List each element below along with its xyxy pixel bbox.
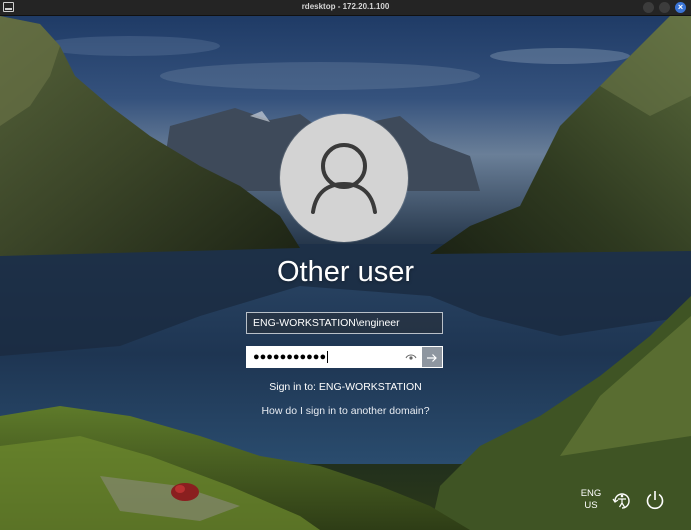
password-value: ●●●●●●●●●●● <box>253 351 327 363</box>
user-silhouette-icon <box>311 143 377 214</box>
password-input[interactable]: ●●●●●●●●●●● <box>246 346 422 368</box>
language-indicator[interactable]: ENG US <box>578 488 604 512</box>
arrow-right-icon <box>427 354 437 362</box>
user-avatar <box>280 114 408 242</box>
close-button[interactable]: × <box>675 2 686 13</box>
close-icon: × <box>677 2 684 12</box>
language-code: ENG <box>580 488 602 499</box>
user-display-name: Other user <box>277 256 414 288</box>
window-title: rdesktop - 172.20.1.100 <box>301 2 390 11</box>
title-bar: rdesktop - 172.20.1.100 × <box>0 0 691 16</box>
minimize-button[interactable] <box>643 2 654 13</box>
maximize-button[interactable] <box>659 2 670 13</box>
login-screen: Other user ENG-WORKSTATION\engineer ●●●●… <box>0 16 691 530</box>
eye-icon[interactable] <box>405 351 417 363</box>
text-caret <box>327 351 329 364</box>
other-domain-link[interactable]: How do I sign in to another domain? <box>0 404 691 418</box>
sign-in-domain-label: Sign in to: ENG-WORKSTATION <box>269 381 422 393</box>
region-code: US <box>584 500 598 511</box>
submit-button[interactable] <box>422 346 443 368</box>
ease-of-access-icon[interactable] <box>611 489 633 511</box>
username-input[interactable]: ENG-WORKSTATION\engineer <box>246 312 443 334</box>
power-icon[interactable] <box>644 489 666 511</box>
